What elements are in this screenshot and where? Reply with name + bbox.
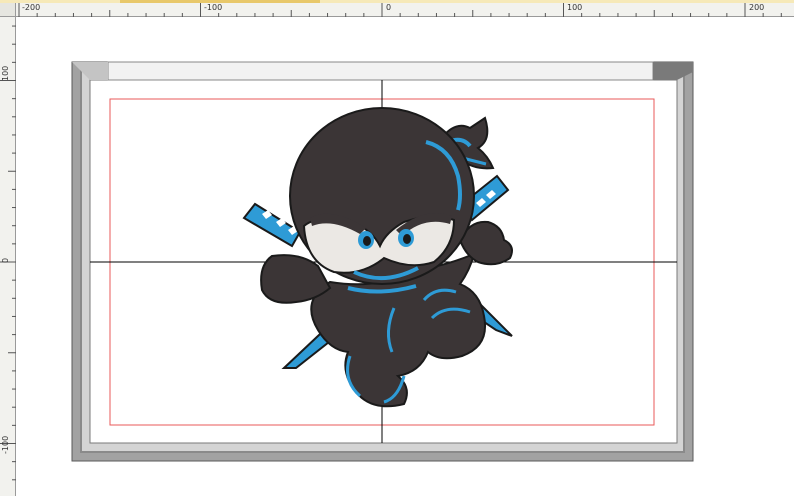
right-eye (398, 229, 414, 247)
hoop-clamp (107, 61, 654, 81)
left-eye (358, 231, 374, 249)
design-canvas[interactable] (0, 0, 794, 496)
